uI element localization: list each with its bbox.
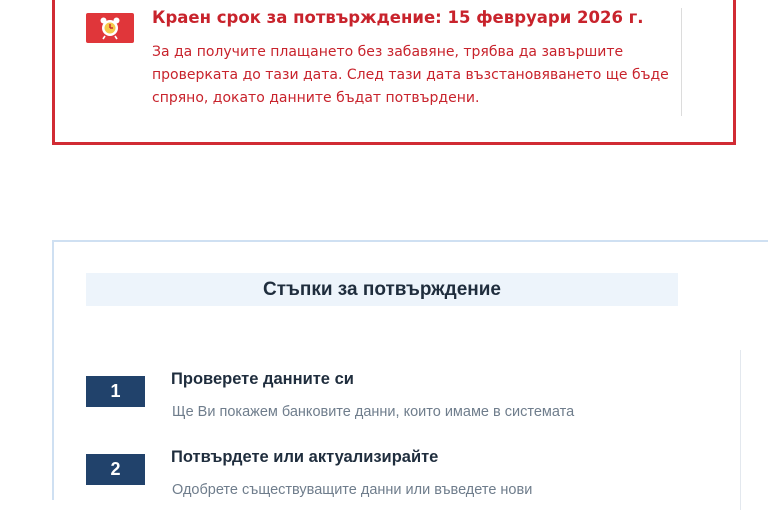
step-number-badge: 1 [86,376,145,407]
verification-deadline-alert: Краен срок за потвърждение: 15 февруари … [52,0,736,145]
step-description: Одобрете съществуващите данни или въведе… [172,482,533,498]
step-title: Потвърдете или актуализирайте [171,448,439,466]
alarm-clock-icon [86,13,134,43]
alert-description: За да получите плащането без забавяне, т… [152,44,669,106]
step-number-badge: 2 [86,454,145,485]
alert-title: Краен срок за потвърждение: 15 февруари … [152,8,644,27]
steps-title: Стъпки за потвърждение [262,279,501,300]
step-description: Ще Ви покажем банковите данни, които има… [172,404,575,420]
alert-divider [681,8,682,116]
step-title: Проверете данните си [171,370,354,388]
verification-steps-card: Стъпки за потвърждение 1 Проверете данни… [52,240,768,510]
steps-header: Стъпки за потвърждение [86,273,678,306]
steps-divider [740,350,741,510]
